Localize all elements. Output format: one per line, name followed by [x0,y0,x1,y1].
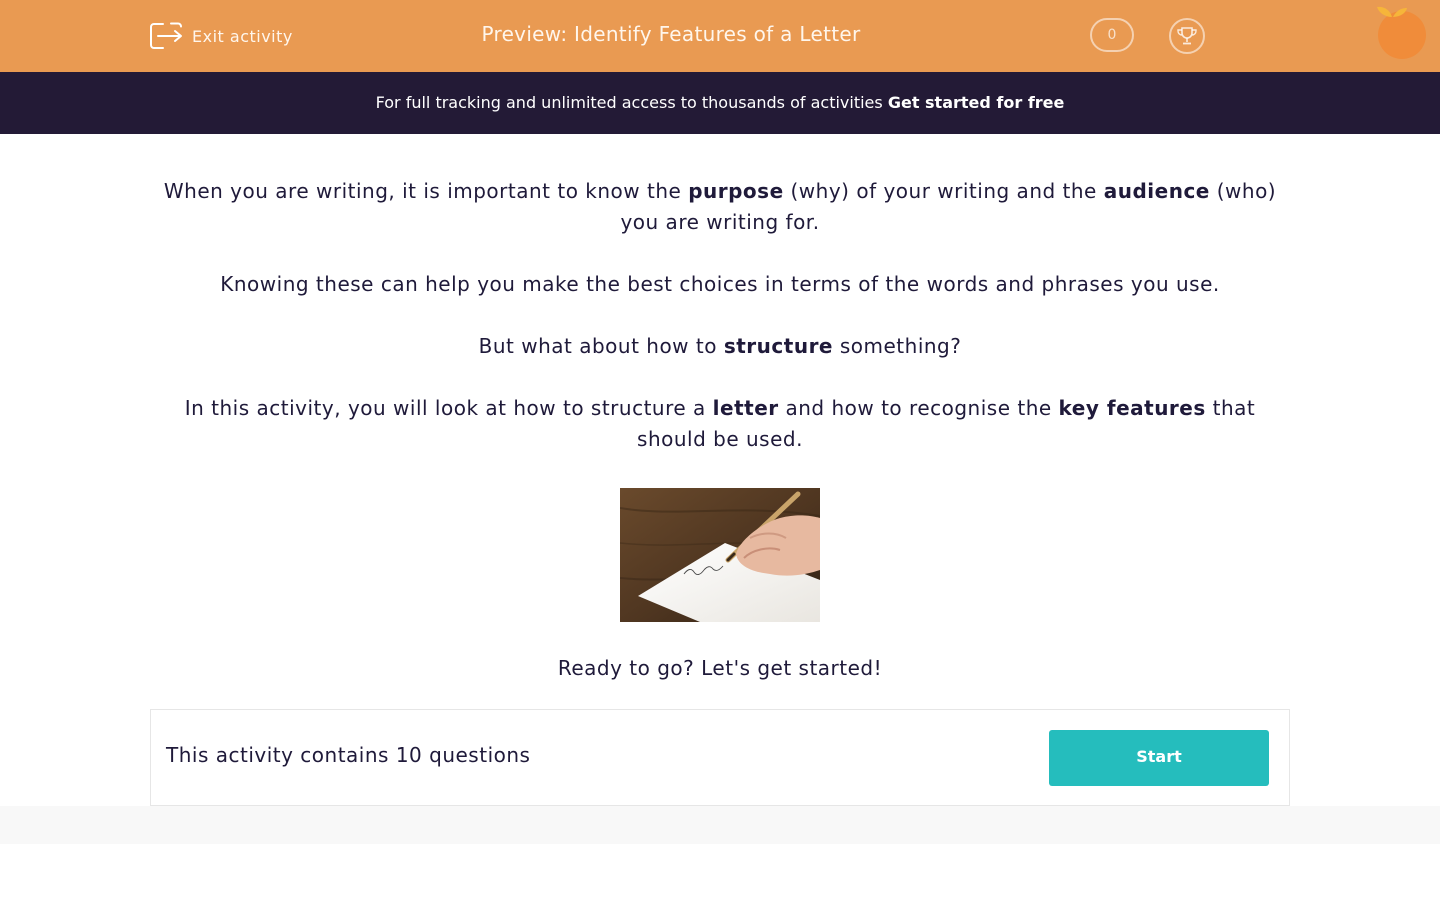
start-button[interactable]: Start [1049,730,1269,786]
intro-paragraph-1: When you are writing, it is important to… [163,179,1277,234]
get-started-link[interactable]: Get started for free [888,93,1065,112]
top-bar: Exit activity Preview: Identify Features… [0,0,1440,72]
intro-paragraph-3: But what about how to structure somethin… [478,334,962,358]
score-badge: 0 [1090,18,1134,52]
question-count-text: This activity contains 10 questions [166,743,531,767]
intro-paragraph-4: In this activity, you will look at how t… [184,396,1256,451]
logo-icon [1377,6,1426,59]
exit-activity-button[interactable]: Exit activity [150,21,293,51]
trophy-icon [1177,27,1197,45]
exit-icon [150,22,182,49]
banner-text: For full tracking and unlimited access t… [375,93,888,112]
footer-strip [0,806,1440,844]
ready-text: Ready to go? Let's get started! [557,656,883,680]
activity-panel: This activity contains 10 questions Star… [150,709,1290,806]
intro-text: When you are writing, it is important to… [150,176,1290,455]
intro-paragraph-2: Knowing these can help you make the best… [220,272,1220,296]
page-title: Preview: Identify Features of a Letter [481,22,861,46]
exit-activity-label: Exit activity [192,26,293,46]
signup-banner: For full tracking and unlimited access t… [0,72,1440,134]
trophy-button[interactable] [1169,18,1205,54]
letter-writing-image [620,488,820,622]
